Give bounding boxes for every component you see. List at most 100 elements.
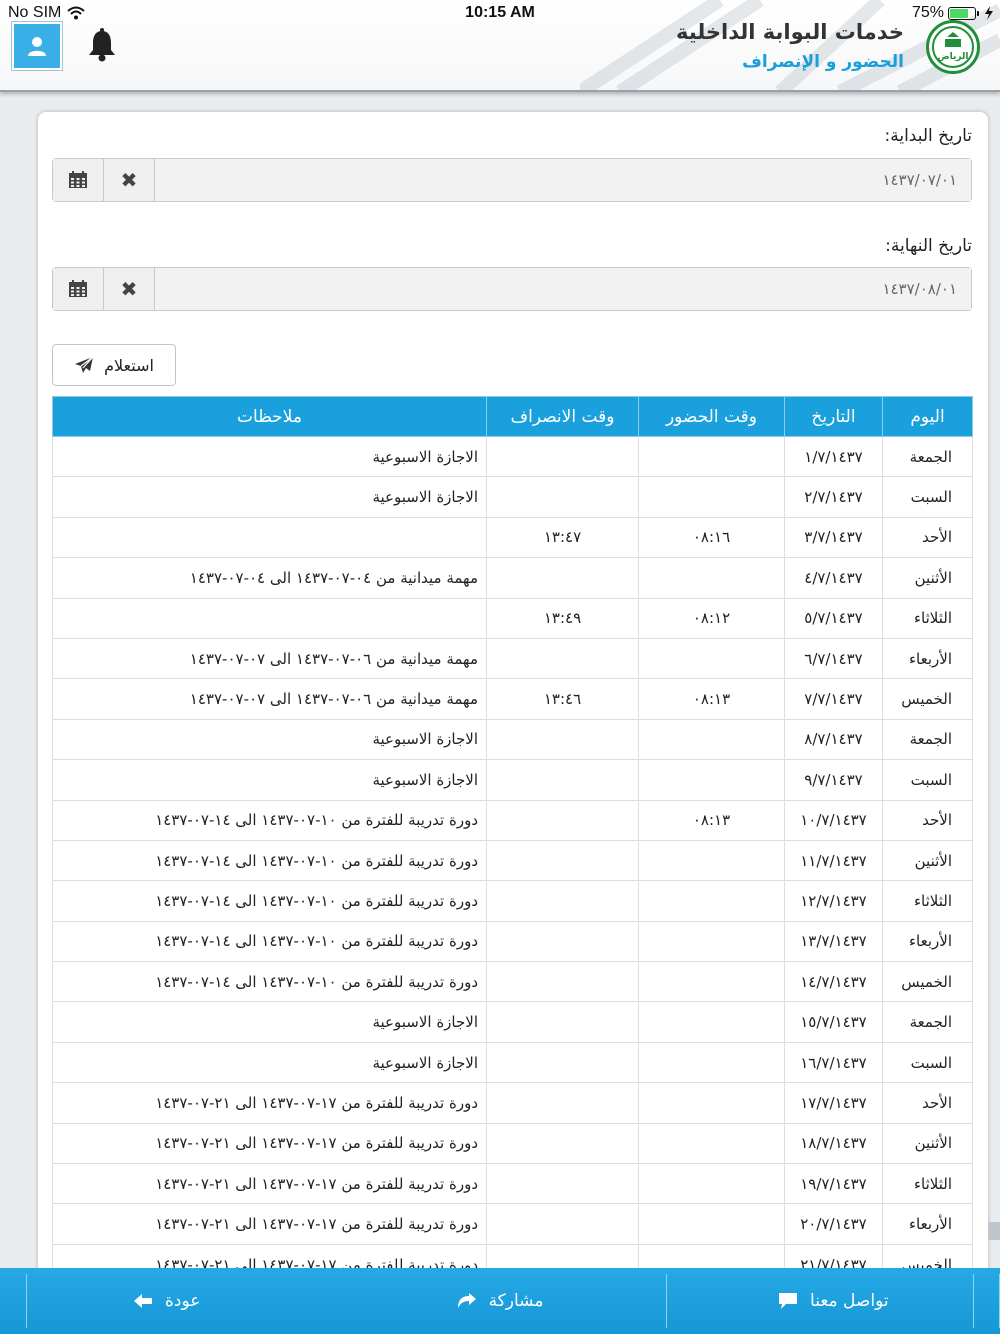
cell-notes: دورة تدريبة للفترة من ١٠-٠٧-١٤٣٧ الى ١٤-… (52, 961, 487, 1003)
cell-in-time: ٠٨:١٦ (638, 516, 785, 559)
header-titles: خدمات البوابة الداخلية الحضور و الإنصراف (676, 20, 904, 72)
cell-day: الخميس (882, 961, 973, 1003)
share-button[interactable]: مشاركة (333, 1268, 667, 1334)
cell-notes: دورة تدريبة للفترة من ١٧-٠٧-١٤٣٧ الى ٢١-… (52, 1163, 487, 1205)
battery-percent: 75% (911, 4, 944, 21)
table-row: الجمعة ١/٧/١٤٣٧ الاجازة الاسبوعية (52, 435, 973, 478)
calendar-icon (69, 171, 87, 188)
cell-out-time (486, 637, 639, 680)
cell-in-time (638, 1001, 785, 1043)
cell-notes: الاجازة الاسبوعية (52, 476, 487, 518)
cell-day: الأحد (882, 799, 973, 841)
cell-in-time (638, 1163, 785, 1205)
attendance-card: تاريخ البداية: ✖ تاريخ النهاية: (38, 112, 988, 1292)
calendar-icon (69, 280, 87, 297)
cell-date: ٢٠/٧/١٤٣٧ (784, 1203, 883, 1245)
table-row: الثلاثاء ٥/٧/١٤٣٧ ٠٨:١٢ ١٣:٤٩ (52, 597, 973, 639)
riyadh-logo: الرياض (926, 20, 980, 74)
cell-date: ١٧/٧/١٤٣٧ (784, 1082, 883, 1124)
column-header-date: التاريخ (784, 396, 883, 437)
scrollbar-thumb[interactable] (988, 1222, 1000, 1240)
column-header-notes: ملاحظات (52, 396, 487, 437)
cell-in-time (638, 1203, 785, 1245)
riyadh-emblem-icon: الرياض (932, 26, 974, 68)
cell-date: ١٣/٧/١٤٣٧ (784, 920, 883, 963)
cell-date: ١٥/٧/١٤٣٧ (784, 1001, 883, 1043)
end-date-field: ✖ (52, 267, 972, 311)
cell-out-time (486, 557, 639, 599)
cell-date: ٢/٧/١٤٣٧ (784, 476, 883, 518)
toolbar-divider (973, 1274, 974, 1328)
table-row: الأربعاء ١٣/٧/١٤٣٧ دورة تدريبة للفترة من ١… (52, 920, 973, 963)
cell-notes: مهمة ميدانية من ٠٤-٠٧-١٤٣٧ الى ٠٤-٠٧-١٤٣… (52, 557, 487, 599)
cell-out-time (486, 1001, 639, 1043)
cell-out-time (486, 435, 639, 478)
cell-notes: دورة تدريبة للفترة من ١٠-٠٧-١٤٣٧ الى ١٤-… (52, 839, 487, 882)
column-header-day: اليوم (882, 396, 973, 437)
table-row: الأحد ٣/٧/١٤٣٧ ٠٨:١٦ ١٣:٤٧ (52, 516, 973, 559)
cell-in-time: ٠٨:١٢ (638, 597, 785, 639)
cell-out-time (486, 759, 639, 801)
chat-icon (779, 1293, 798, 1309)
cell-in-time: ٠٨:١٣ (638, 799, 785, 841)
back-button-label: عودة (164, 1291, 201, 1311)
status-time: 10:15 AM (465, 4, 535, 21)
cell-out-time (486, 880, 639, 922)
table-row: الجمعة ١٥/٧/١٤٣٧ الاجازة الاسبوعية (52, 1001, 973, 1043)
user-profile-button[interactable] (12, 22, 62, 70)
status-bar: No SIM 10:15 AM 75% (0, 0, 1000, 26)
cell-day: السبت (882, 1041, 973, 1084)
end-date-label: تاريخ النهاية: (885, 236, 972, 256)
cell-day: الأثنين (882, 839, 973, 882)
cell-out-time: ١٣:٤٩ (486, 597, 639, 639)
start-date-clear-button[interactable]: ✖ (104, 159, 155, 201)
contact-button[interactable]: تواصل معنا (667, 1268, 1000, 1334)
cell-date: ٩/٧/١٤٣٧ (784, 759, 883, 801)
cell-out-time (486, 799, 639, 841)
start-date-field: ✖ (52, 158, 972, 202)
back-button[interactable]: عودة (0, 1268, 333, 1334)
table-row: الأثنين ١٨/٧/١٤٣٧ دورة تدريبة للفترة من ١٧… (52, 1122, 973, 1165)
table-row: السبت ١٦/٧/١٤٣٧ الاجازة الاسبوعية (52, 1041, 973, 1084)
notifications-button[interactable] (86, 28, 118, 62)
cell-out-time (486, 839, 639, 882)
cell-in-time (638, 759, 785, 801)
cell-out-time (486, 1203, 639, 1245)
end-date-input[interactable] (155, 268, 971, 310)
cell-date: ٧/٧/١٤٣٧ (784, 678, 883, 720)
cell-notes: دورة تدريبة للفترة من ١٧-٠٧-١٤٣٧ الى ٢١-… (52, 1082, 487, 1124)
cell-notes: الاجازة الاسبوعية (52, 1041, 487, 1084)
cell-day: الثلاثاء (882, 1163, 973, 1205)
charging-bolt-icon (985, 6, 993, 20)
end-date-calendar-button[interactable] (53, 268, 104, 310)
start-date-calendar-button[interactable] (53, 159, 104, 201)
cell-date: ١١/٧/١٤٣٧ (784, 839, 883, 882)
cell-date: ١٦/٧/١٤٣٧ (784, 1041, 883, 1084)
start-date-input[interactable] (155, 159, 971, 201)
cell-in-time (638, 880, 785, 922)
column-header-out-time: وقت الانصراف (486, 396, 639, 437)
cell-out-time: ١٣:٤٧ (486, 516, 639, 559)
cell-notes: دورة تدريبة للفترة من ١٠-٠٧-١٤٣٧ الى ١٤-… (52, 880, 487, 922)
cell-in-time (638, 435, 785, 478)
cell-in-time: ٠٨:١٣ (638, 678, 785, 720)
cell-day: الأربعاء (882, 637, 973, 680)
table-row: الأثنين ١١/٧/١٤٣٧ دورة تدريبة للفترة من ١٠… (52, 839, 973, 882)
cell-in-time (638, 718, 785, 761)
cell-date: ٨/٧/١٤٣٧ (784, 718, 883, 761)
cell-in-time (638, 637, 785, 680)
cell-out-time (486, 1041, 639, 1084)
cell-day: الجمعة (882, 718, 973, 761)
logo-text: الرياض (938, 52, 969, 62)
attendance-table-wrap: اليوم التاريخ وقت الحضور وقت الانصراف مل… (52, 396, 973, 1286)
bottom-toolbar: عودة مشاركة تواصل معنا (0, 1268, 1000, 1334)
query-button[interactable]: استعلام (52, 344, 176, 386)
end-date-clear-button[interactable]: ✖ (104, 268, 155, 310)
cell-out-time (486, 920, 639, 963)
cell-out-time (486, 1082, 639, 1124)
cell-notes: الاجازة الاسبوعية (52, 435, 487, 478)
cell-day: الجمعة (882, 1001, 973, 1043)
cell-day: الأحد (882, 516, 973, 559)
table-row: السبت ٢/٧/١٤٣٧ الاجازة الاسبوعية (52, 476, 973, 518)
table-row: الأحد ١٠/٧/١٤٣٧ ٠٨:١٣ دورة تدريبة للفترة من… (52, 799, 973, 841)
